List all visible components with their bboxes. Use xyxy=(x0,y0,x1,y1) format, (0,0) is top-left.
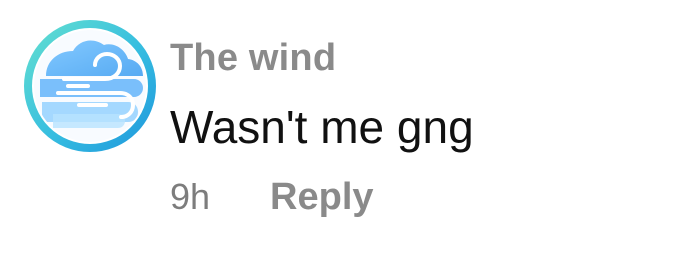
reply-button[interactable]: Reply xyxy=(270,172,373,222)
avatar[interactable] xyxy=(22,18,158,154)
comment-author-name[interactable]: The wind xyxy=(170,36,336,80)
comment-timestamp: 9h xyxy=(170,176,211,217)
comment-meta: 9h Reply xyxy=(170,172,374,222)
comment-text: Wasn't me gng xyxy=(170,101,474,153)
wind-cloud-icon xyxy=(24,20,156,152)
comment-item: The wind Wasn't me gng 9h Reply xyxy=(0,0,684,256)
